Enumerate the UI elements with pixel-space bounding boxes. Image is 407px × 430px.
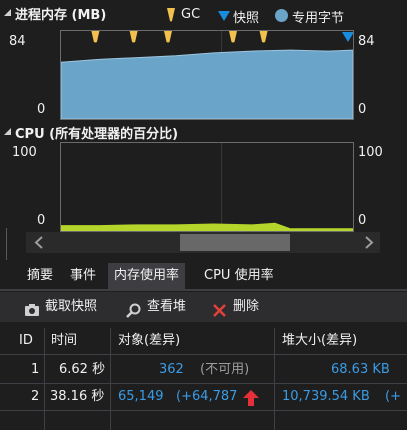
memory-y-max-left: 84 bbox=[9, 34, 26, 49]
splitter-handle[interactable] bbox=[0, 228, 7, 260]
take-snapshot-label: 截取快照 bbox=[45, 299, 98, 314]
row-heap-diff-link[interactable]: (+ bbox=[385, 384, 401, 410]
tab-summary[interactable]: 摘要 bbox=[21, 263, 59, 289]
private-bytes-legend-label: 专用字节 bbox=[292, 11, 345, 26]
row-objects-diff-link[interactable]: (+64,787 bbox=[176, 384, 237, 410]
column-header-objects[interactable]: 对象(差异) bbox=[118, 328, 180, 354]
cpu-collapse-icon[interactable] bbox=[4, 128, 11, 135]
cpu-y-max-left: 100 bbox=[12, 145, 37, 160]
gc-legend-icon bbox=[166, 8, 176, 26]
cpu-chart[interactable] bbox=[60, 142, 354, 232]
snapshot-legend-label: 快照 bbox=[233, 11, 260, 26]
gc-marker bbox=[228, 31, 237, 43]
scroll-left-icon[interactable] bbox=[34, 236, 44, 253]
delete-x-icon bbox=[212, 300, 227, 330]
snapshot-legend-icon bbox=[218, 10, 230, 25]
memory-chart-title: 进程内存 (MB) bbox=[15, 8, 107, 23]
memory-chart-plot bbox=[61, 31, 353, 119]
cpu-y-min-left: 0 bbox=[37, 213, 46, 228]
cpu-y-min-right: 0 bbox=[358, 213, 367, 228]
cpu-usage-area bbox=[61, 222, 353, 231]
memory-y-min-right: 0 bbox=[358, 102, 367, 117]
row-heap-link[interactable]: 68.63 KB bbox=[331, 357, 390, 383]
memory-toolbar: 截取快照 查看堆 删除 bbox=[0, 292, 407, 322]
table-row[interactable]: 2 38.16 秒 65,149 (+64,787 10,739.54 KB (… bbox=[0, 384, 407, 410]
snapshot-marker bbox=[342, 32, 353, 42]
delete-button[interactable]: 删除 bbox=[212, 292, 259, 322]
memory-y-max-right: 84 bbox=[358, 34, 375, 49]
tab-events[interactable]: 事件 bbox=[64, 263, 102, 289]
cpu-chart-title: CPU (所有处理器的百分比) bbox=[15, 127, 179, 142]
table-row[interactable]: 1 6.62 秒 362 (不可用) 68.63 KB bbox=[0, 357, 407, 383]
camera-icon bbox=[24, 299, 40, 329]
cpu-chart-plot bbox=[61, 143, 353, 231]
increase-arrow-icon bbox=[243, 390, 259, 410]
view-heap-label: 查看堆 bbox=[147, 299, 187, 314]
row-time: 6.62 秒 bbox=[59, 362, 106, 377]
memory-chart-header: 进程内存 (MB) GC 快照 专用字节 bbox=[0, 0, 407, 26]
memory-y-min-left: 0 bbox=[37, 102, 46, 117]
cpu-y-max-right: 100 bbox=[358, 145, 383, 160]
view-heap-button[interactable]: 查看堆 bbox=[126, 292, 186, 322]
row-divider bbox=[0, 410, 407, 411]
scrollbar-thumb[interactable] bbox=[180, 234, 290, 251]
gc-marker bbox=[91, 31, 100, 43]
row-id: 1 bbox=[31, 362, 40, 377]
column-header-time[interactable]: 时间 bbox=[51, 328, 77, 354]
row-objects-link[interactable]: 362 bbox=[159, 357, 184, 383]
row-id: 2 bbox=[31, 389, 40, 404]
gc-legend-label: GC bbox=[181, 7, 201, 22]
gc-marker bbox=[129, 31, 138, 43]
timeline-scrollbar[interactable] bbox=[26, 232, 380, 253]
memory-collapse-icon[interactable] bbox=[4, 9, 11, 16]
row-objects-diff: (不可用) bbox=[200, 362, 250, 377]
private-bytes-legend-icon bbox=[275, 9, 288, 26]
delete-label: 删除 bbox=[233, 299, 260, 314]
tab-underline bbox=[0, 289, 407, 291]
magnifier-icon bbox=[126, 300, 141, 330]
scroll-right-icon[interactable] bbox=[364, 236, 374, 253]
tab-memory-usage[interactable]: 内存使用率 bbox=[108, 263, 186, 289]
gc-marker bbox=[164, 31, 173, 43]
take-snapshot-button[interactable]: 截取快照 bbox=[24, 292, 97, 322]
row-objects-link[interactable]: 65,149 bbox=[118, 384, 164, 410]
memory-chart[interactable] bbox=[60, 30, 354, 120]
private-bytes-area bbox=[61, 49, 353, 119]
column-header-id[interactable]: ID bbox=[19, 328, 33, 354]
header-divider bbox=[0, 354, 407, 355]
tab-bar: 摘要 事件 内存使用率 CPU 使用率 bbox=[0, 263, 407, 289]
column-header-heap-size[interactable]: 堆大小(差异) bbox=[282, 328, 357, 354]
row-time: 38.16 秒 bbox=[50, 389, 105, 404]
gc-marker bbox=[259, 31, 268, 43]
tab-cpu-usage[interactable]: CPU 使用率 bbox=[198, 263, 280, 289]
row-heap-link[interactable]: 10,739.54 KB bbox=[282, 384, 370, 410]
